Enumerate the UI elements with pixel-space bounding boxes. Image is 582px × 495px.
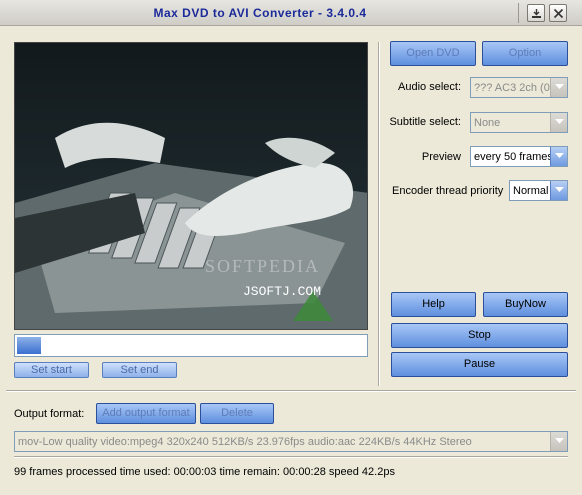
position-slider-fill [17, 337, 41, 354]
close-button[interactable] [549, 4, 567, 22]
pause-button[interactable]: Pause [391, 352, 568, 377]
chevron-down-icon [550, 78, 567, 97]
audio-select-dropdown[interactable]: ??? AC3 2ch (0x [470, 77, 568, 98]
preview-value: every 50 frames [474, 151, 553, 163]
window-title: Max DVD to AVI Converter - 3.4.0.4 [153, 6, 367, 20]
title-bar: Max DVD to AVI Converter - 3.4.0.4 [0, 0, 582, 26]
video-preview: SOFTPEDIA JSOFTJ.COM [14, 42, 368, 330]
encoder-priority-value: Normal [513, 185, 549, 197]
status-text: 99 frames processed time used: 00:00:03 … [14, 466, 395, 478]
subtitle-select-label: Subtitle select: [389, 116, 461, 128]
preview-dropdown[interactable]: every 50 frames [470, 146, 568, 167]
watermark-text: JSOFTJ.COM [243, 284, 322, 299]
chevron-down-icon [550, 432, 567, 451]
section-separator [6, 390, 576, 392]
chevron-down-icon [550, 113, 567, 132]
faint-watermark: SOFTPEDIA [205, 256, 321, 276]
open-dvd-button[interactable]: Open DVD [390, 41, 476, 66]
set-start-button[interactable]: Set start [14, 362, 89, 378]
output-format-value: mov-Low quality video:mpeg4 320x240 512K… [18, 436, 472, 448]
chevron-down-icon [550, 147, 567, 166]
buy-now-button[interactable]: BuyNow [483, 292, 568, 317]
set-end-button[interactable]: Set end [102, 362, 177, 378]
audio-select-value: ??? AC3 2ch (0x [474, 82, 556, 94]
delete-button[interactable]: Delete [200, 403, 274, 424]
position-slider[interactable] [14, 334, 368, 357]
encoder-priority-label: Encoder thread priority [392, 185, 504, 197]
subtitle-select-value: None [474, 117, 501, 129]
preview-label: Preview [421, 151, 461, 163]
close-icon [553, 8, 564, 19]
minimize-button[interactable] [527, 4, 545, 22]
option-button[interactable]: Option [482, 41, 568, 66]
subtitle-select-dropdown[interactable]: None [470, 112, 568, 133]
status-separator [14, 456, 568, 458]
stop-button[interactable]: Stop [391, 323, 568, 348]
panel-separator [378, 42, 380, 386]
title-separator [518, 3, 519, 23]
minimize-icon [532, 9, 541, 18]
encoder-priority-dropdown[interactable]: Normal [509, 180, 568, 201]
chevron-down-icon [550, 181, 567, 200]
add-output-format-button[interactable]: Add output format [96, 403, 196, 424]
audio-select-label: Audio select: [398, 81, 461, 93]
output-format-dropdown[interactable]: mov-Low quality video:mpeg4 320x240 512K… [14, 431, 568, 452]
help-button[interactable]: Help [391, 292, 476, 317]
output-format-label: Output format: [14, 408, 85, 420]
